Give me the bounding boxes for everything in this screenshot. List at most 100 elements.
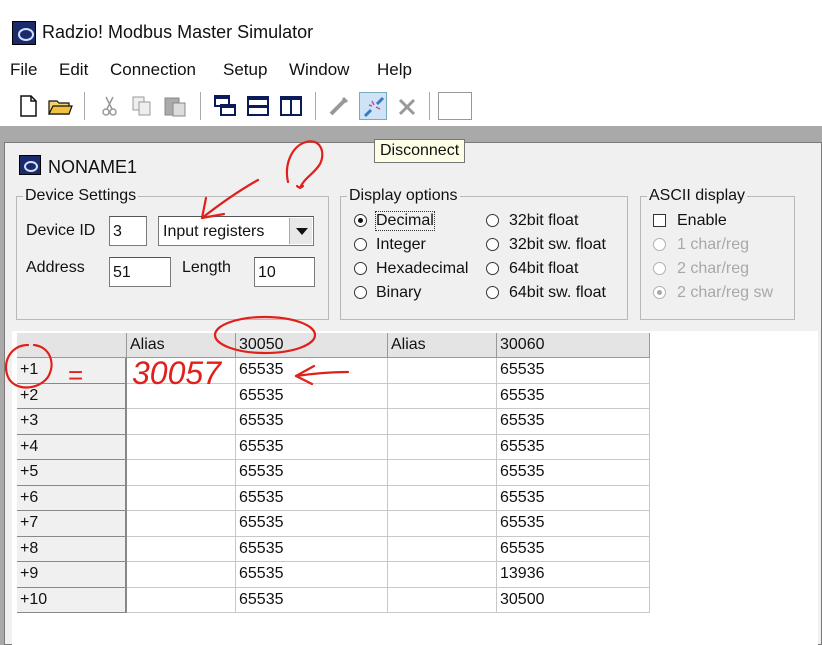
grid-cell[interactable]: 65535 <box>236 562 388 588</box>
grid-row-header[interactable]: +3 <box>17 409 127 435</box>
grid-cell[interactable] <box>127 587 236 613</box>
tile-horizontal-icon[interactable] <box>244 92 272 120</box>
open-folder-icon[interactable] <box>46 92 74 120</box>
grid-cell[interactable] <box>127 485 236 511</box>
grid-cell[interactable]: 65535 <box>236 434 388 460</box>
grid-corner-header[interactable] <box>17 333 127 358</box>
chevron-down-icon[interactable] <box>289 218 312 244</box>
radio-2-char-reg-sw[interactable] <box>653 286 666 299</box>
menu-setup[interactable]: Setup <box>223 60 267 80</box>
grid-cell[interactable]: 65535 <box>497 358 650 384</box>
grid-cell[interactable]: 65535 <box>236 383 388 409</box>
option-hexadecimal-label[interactable]: Hexadecimal <box>376 260 468 278</box>
grid-row-header[interactable]: +1 <box>17 358 127 384</box>
grid-row-header[interactable]: +8 <box>17 536 127 562</box>
grid-cell[interactable] <box>388 409 497 435</box>
grid-cell[interactable]: 65535 <box>236 460 388 486</box>
option-64bit-float-label[interactable]: 64bit float <box>509 260 578 278</box>
grid-cell[interactable] <box>388 511 497 537</box>
paste-icon[interactable] <box>161 92 189 120</box>
enable-checkbox[interactable] <box>653 214 666 227</box>
grid-cell[interactable]: 65535 <box>236 536 388 562</box>
grid-row-header[interactable]: +7 <box>17 511 127 537</box>
grid-row-header[interactable]: +9 <box>17 562 127 588</box>
grid-cell[interactable] <box>127 383 236 409</box>
menu-edit[interactable]: Edit <box>59 60 88 80</box>
option-32bit-float-label[interactable]: 32bit float <box>509 212 578 230</box>
grid-cell[interactable] <box>388 383 497 409</box>
disconnect-icon[interactable] <box>359 92 387 120</box>
blank-toolbar-button[interactable] <box>438 92 472 120</box>
cascade-windows-icon[interactable] <box>211 92 239 120</box>
new-file-icon[interactable] <box>14 92 42 120</box>
grid-cell[interactable]: 65535 <box>236 358 388 384</box>
menu-connection[interactable]: Connection <box>110 60 196 80</box>
grid-cell[interactable]: 65535 <box>497 434 650 460</box>
option-2-char-reg-sw-label[interactable]: 2 char/reg sw <box>677 284 773 302</box>
menu-file[interactable]: File <box>10 60 37 80</box>
grid-cell[interactable]: 65535 <box>497 383 650 409</box>
grid-cell[interactable] <box>127 409 236 435</box>
child-window-icon[interactable] <box>19 155 41 175</box>
grid-cell[interactable] <box>388 358 497 384</box>
grid-cell[interactable] <box>388 434 497 460</box>
grid-cell[interactable]: 65535 <box>236 409 388 435</box>
option-64bit-sw-float-label[interactable]: 64bit sw. float <box>509 284 606 302</box>
app-icon[interactable] <box>12 21 36 45</box>
grid-row-header[interactable]: +6 <box>17 485 127 511</box>
grid-cell[interactable]: 65535 <box>497 536 650 562</box>
grid-cell[interactable]: 65535 <box>497 460 650 486</box>
grid-cell[interactable]: 65535 <box>497 485 650 511</box>
grid-cell[interactable] <box>127 358 236 384</box>
grid-row-header[interactable]: +2 <box>17 383 127 409</box>
grid-cell[interactable] <box>127 536 236 562</box>
grid-cell[interactable] <box>127 434 236 460</box>
grid-cell[interactable] <box>388 536 497 562</box>
grid-cell[interactable]: 65535 <box>236 485 388 511</box>
option-binary-label[interactable]: Binary <box>376 284 421 302</box>
option-integer-label[interactable]: Integer <box>376 236 426 254</box>
grid-cell[interactable] <box>127 511 236 537</box>
grid-column-header[interactable]: 30060 <box>497 333 650 358</box>
tools-icon[interactable] <box>394 92 422 120</box>
grid-cell[interactable]: 30500 <box>497 587 650 613</box>
grid-cell[interactable]: 65535 <box>236 511 388 537</box>
option-2-char-reg-label[interactable]: 2 char/reg <box>677 260 749 278</box>
tile-vertical-icon[interactable] <box>277 92 305 120</box>
enable-label[interactable]: Enable <box>677 212 727 230</box>
device-id-input[interactable]: 3 <box>109 216 147 246</box>
grid-cell[interactable] <box>388 485 497 511</box>
grid-column-header[interactable]: 30050 <box>236 333 388 358</box>
option-decimal-label[interactable]: Decimal <box>375 211 435 231</box>
radio-32bit-float[interactable] <box>486 214 499 227</box>
menu-help[interactable]: Help <box>377 60 412 80</box>
radio-2-char-reg[interactable] <box>653 262 666 275</box>
menu-window[interactable]: Window <box>289 60 349 80</box>
grid-row-header[interactable]: +10 <box>17 587 127 613</box>
grid-column-header[interactable]: Alias <box>127 333 236 358</box>
copy-icon[interactable] <box>128 92 156 120</box>
length-input[interactable]: 10 <box>254 257 315 287</box>
grid-cell[interactable]: 65535 <box>497 409 650 435</box>
cut-icon[interactable] <box>96 92 124 120</box>
option-1-char-reg-label[interactable]: 1 char/reg <box>677 236 749 254</box>
radio-hexadecimal[interactable] <box>354 262 367 275</box>
address-input[interactable]: 51 <box>109 257 171 287</box>
radio-64bit-sw-float[interactable] <box>486 286 499 299</box>
grid-cell[interactable]: 65535 <box>497 511 650 537</box>
register-type-select[interactable]: Input registers <box>158 216 314 246</box>
radio-decimal[interactable] <box>354 214 367 227</box>
grid-row-header[interactable]: +4 <box>17 434 127 460</box>
radio-32bit-sw-float[interactable] <box>486 238 499 251</box>
grid-cell[interactable] <box>388 562 497 588</box>
radio-64bit-float[interactable] <box>486 262 499 275</box>
grid-column-header[interactable]: Alias <box>388 333 497 358</box>
radio-1-char-reg[interactable] <box>653 238 666 251</box>
grid-cell[interactable]: 65535 <box>236 587 388 613</box>
grid-cell[interactable]: 13936 <box>497 562 650 588</box>
grid-cell[interactable] <box>388 587 497 613</box>
grid-row-header[interactable]: +5 <box>17 460 127 486</box>
connect-icon[interactable] <box>325 92 353 120</box>
grid-cell[interactable] <box>388 460 497 486</box>
option-32bit-sw-float-label[interactable]: 32bit sw. float <box>509 236 606 254</box>
